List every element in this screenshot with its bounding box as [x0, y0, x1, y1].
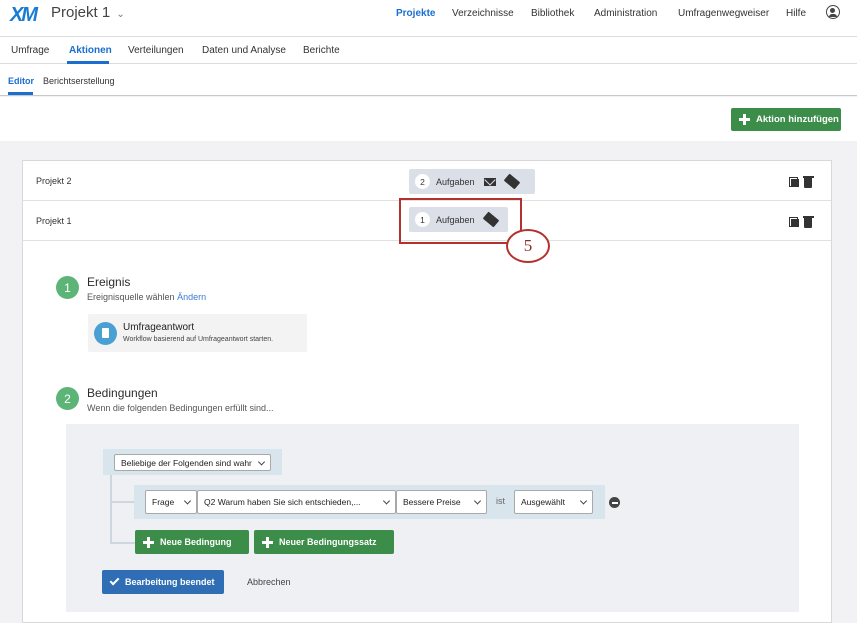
field-type-value: Frage	[152, 497, 175, 507]
project-switcher[interactable]: Projekt 1 ⌄	[51, 4, 125, 21]
xm-logo[interactable]: XM	[10, 4, 38, 27]
highlight-box	[399, 198, 522, 244]
tab-umfrage[interactable]: Umfrage	[11, 45, 49, 56]
chevron-down-icon	[382, 497, 391, 505]
nav-administration[interactable]: Administration	[594, 8, 657, 19]
task-label: Aufgaben	[436, 176, 475, 187]
new-condition-label: Neue Bedingung	[160, 537, 232, 547]
new-condition-button[interactable]: Neue Bedingung	[135, 530, 249, 554]
plus-icon	[143, 536, 154, 548]
callout-number: 5	[506, 229, 550, 263]
tree-connector	[110, 542, 135, 544]
tree-connector	[110, 475, 112, 543]
row-actions	[789, 216, 814, 228]
copy-icon[interactable]	[789, 217, 799, 227]
nav-projekte[interactable]: Projekte	[396, 8, 435, 19]
email-task-icon	[483, 177, 496, 186]
answer-select[interactable]: Bessere Preise	[396, 490, 487, 514]
plus-icon	[739, 114, 750, 125]
source-title: Umfrageantwort	[123, 322, 195, 333]
conditions-title: Bedingungen	[87, 386, 158, 400]
copy-icon[interactable]	[789, 177, 799, 187]
project-name: Projekt 1	[51, 4, 111, 21]
actions-toolbar	[0, 97, 857, 141]
event-source-card[interactable]: Umfrageantwort Workflow basierend auf Um…	[88, 314, 307, 352]
done-editing-button[interactable]: Bearbeitung beendet	[102, 570, 224, 594]
subtab-editor[interactable]: Editor	[8, 76, 34, 86]
operator-label: ist	[496, 496, 505, 506]
match-type-value: Beliebige der Folgenden sind wahr	[121, 457, 252, 468]
chevron-down-icon	[257, 457, 266, 466]
nav-verzeichnisse[interactable]: Verzeichnisse	[452, 8, 514, 19]
new-condition-set-button[interactable]: Neuer Bedingungssatz	[254, 530, 394, 554]
plus-icon	[262, 536, 273, 548]
trash-icon[interactable]	[802, 216, 814, 228]
checkmark-icon	[109, 575, 120, 586]
task-summary-pill[interactable]: 2 Aufgaben	[409, 169, 535, 194]
task-count: 2	[415, 174, 430, 189]
nav-umfragenwegweiser[interactable]: Umfragenwegweiser	[678, 8, 769, 19]
chevron-down-icon: ⌄	[116, 9, 125, 20]
change-event-link[interactable]: Ändern	[177, 292, 206, 302]
workflow-row-projekt-2[interactable]: Projekt 2 2 Aufgaben	[23, 161, 831, 201]
trash-icon[interactable]	[802, 176, 814, 188]
state-value: Ausgewählt	[521, 497, 565, 507]
chevron-down-icon	[579, 497, 588, 505]
chevron-down-icon	[183, 497, 192, 505]
question-select[interactable]: Q2 Warum haben Sie sich entschieden,...	[197, 490, 396, 514]
workflow-name: Projekt 2	[36, 176, 72, 186]
cancel-button[interactable]: Abbrechen	[247, 577, 291, 587]
add-action-button[interactable]: Aktion hinzufügen	[731, 108, 841, 131]
field-type-select[interactable]: Frage	[145, 490, 197, 514]
top-navigation-bar: XM Projekt 1 ⌄ Projekte Verzeichnisse Bi…	[0, 0, 857, 37]
workflow-name: Projekt 1	[36, 216, 72, 226]
clipboard-icon	[94, 322, 117, 345]
project-tabs: Umfrage Aktionen Verteilungen Daten und …	[0, 37, 857, 64]
done-editing-label: Bearbeitung beendet	[125, 577, 215, 587]
nav-bibliothek[interactable]: Bibliothek	[531, 8, 574, 19]
event-subtitle: Ereignisquelle wählen Ändern	[87, 292, 206, 302]
user-account-icon[interactable]	[826, 5, 840, 19]
row-actions	[789, 176, 814, 188]
subtab-berichtserstellung[interactable]: Berichtserstellung	[43, 76, 115, 86]
tab-berichte[interactable]: Berichte	[303, 45, 340, 56]
chevron-down-icon	[473, 497, 482, 505]
tab-verteilungen[interactable]: Verteilungen	[128, 45, 184, 56]
step-number: 1	[56, 276, 79, 299]
sub-tabs: Editor Berichtserstellung	[0, 64, 857, 96]
tab-aktionen[interactable]: Aktionen	[69, 45, 112, 56]
tab-daten-und-analyse[interactable]: Daten und Analyse	[202, 45, 286, 56]
source-description: Workflow basierend auf Umfrageantwort st…	[123, 336, 274, 343]
ticket-task-icon	[503, 173, 520, 190]
answer-value: Bessere Preise	[403, 497, 461, 507]
nav-hilfe[interactable]: Hilfe	[786, 8, 806, 19]
event-subtitle-text: Ereignisquelle wählen	[87, 292, 175, 302]
question-value: Q2 Warum haben Sie sich entschieden,...	[204, 497, 361, 507]
match-type-select[interactable]: Beliebige der Folgenden sind wahr	[114, 454, 271, 471]
state-select[interactable]: Ausgewählt	[514, 490, 593, 514]
remove-condition-icon[interactable]	[609, 497, 620, 508]
new-condition-set-label: Neuer Bedingungssatz	[279, 537, 377, 547]
event-title: Ereignis	[87, 275, 131, 289]
active-subtab-indicator	[8, 92, 33, 95]
tree-connector	[110, 501, 134, 503]
conditions-subtitle: Wenn die folgenden Bedingungen erfüllt s…	[87, 403, 274, 413]
step-number: 2	[56, 387, 79, 410]
add-action-label: Aktion hinzufügen	[756, 114, 839, 125]
